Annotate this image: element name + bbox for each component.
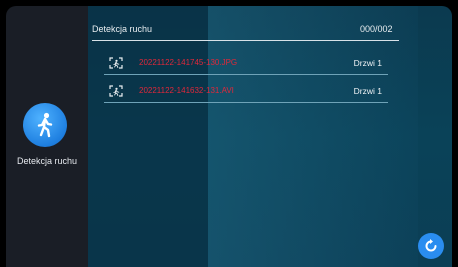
file-source: Drzwi 1	[353, 86, 382, 96]
motion-capture-icon	[109, 57, 123, 69]
file-name: 20221122-141632-131.AVI	[139, 86, 234, 95]
page-title: Detekcja ruchu	[92, 24, 153, 34]
file-row[interactable]: 20221122-141632-131.AVI Drzwi 1	[104, 82, 388, 103]
refresh-icon	[425, 239, 437, 252]
file-count: 000/002	[360, 24, 393, 34]
motion-capture-icon	[109, 85, 123, 97]
header-divider	[92, 40, 399, 41]
motion-detection-label: Detekcja ruchu	[16, 156, 78, 166]
row-divider	[104, 102, 388, 103]
walking-person-icon	[37, 112, 53, 138]
file-row[interactable]: 20221122-141745-130.JPG Drzwi 1	[104, 54, 388, 75]
screen: Detekcja ruchu Detekcja ruchu 000/002 20…	[0, 0, 458, 267]
row-divider	[104, 74, 388, 75]
refresh-button[interactable]	[418, 233, 444, 259]
motion-detection-button[interactable]	[23, 103, 67, 147]
file-name: 20221122-141745-130.JPG	[139, 58, 238, 67]
file-source: Drzwi 1	[353, 58, 382, 68]
file-list-panel	[88, 6, 452, 267]
